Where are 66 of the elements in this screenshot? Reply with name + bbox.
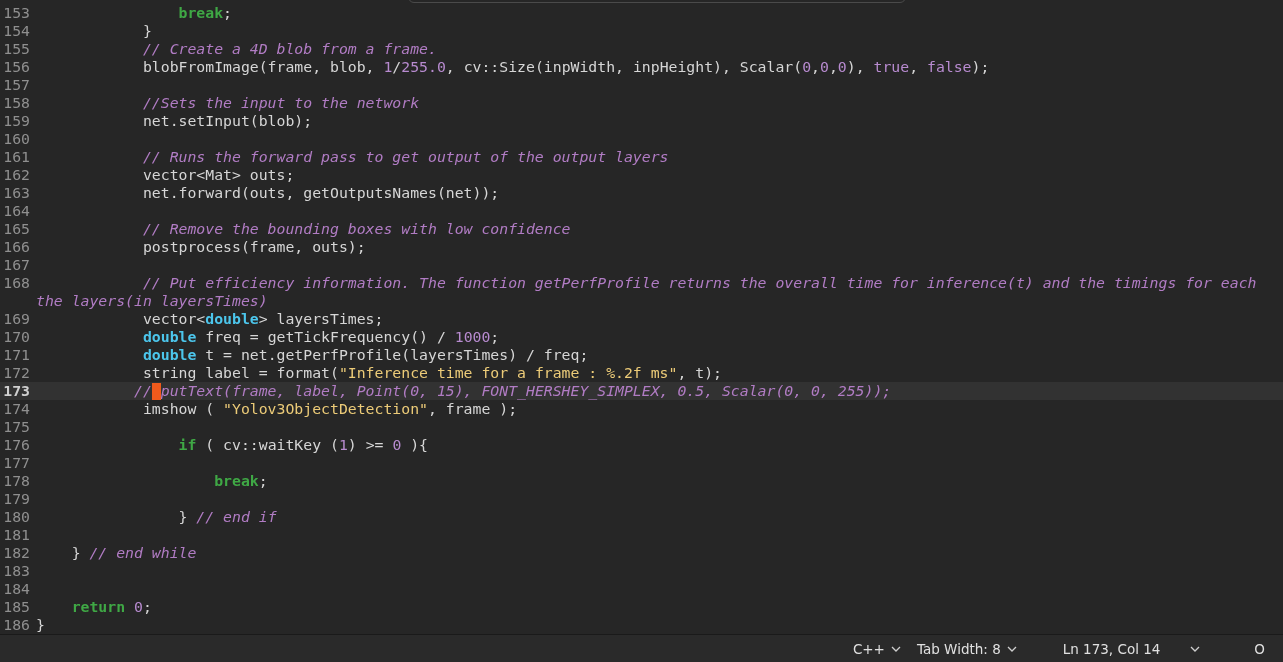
code-line: imshow ( "Yolov3ObjectDetection", frame ); <box>141 400 518 418</box>
line-number: 172 <box>3 364 30 381</box>
line-number: 165 <box>3 220 30 237</box>
line-number: 166 <box>3 238 30 255</box>
line-number: 170 <box>3 328 30 345</box>
line-number: 164 <box>3 202 30 219</box>
line-number: 185 <box>3 598 30 615</box>
line-number: 162 <box>3 166 30 183</box>
status-text: O <box>1254 640 1265 657</box>
code-line: return 0; <box>70 598 152 616</box>
code-line: vector<Mat> outs; <box>141 166 295 184</box>
line-number: 169 <box>3 310 30 327</box>
line-number: 176 <box>3 436 30 453</box>
line-number: 183 <box>3 562 30 579</box>
code-line: } <box>36 616 45 634</box>
line-number: 173 <box>3 382 30 399</box>
line-number: 160 <box>3 130 30 147</box>
line-number: 168 <box>3 274 30 291</box>
status-dropdown[interactable]: Tab Width: 8 <box>916 640 1017 657</box>
line-number: 163 <box>3 184 30 201</box>
line-number: 181 <box>3 526 30 543</box>
line-number: 161 <box>3 148 30 165</box>
line-number: 180 <box>3 508 30 525</box>
line-number: 157 <box>3 76 30 93</box>
code-line: string label = format("Inference time for a frame : %.2f ms", t); <box>141 364 722 382</box>
status-text: Ln 173, Col 14 <box>1062 640 1161 657</box>
code-line: vector<double> layersTimes; <box>141 310 384 328</box>
line-number: 154 <box>3 22 30 39</box>
code-line: // Put efficiency information. The function getPerfProfile returns the overall time for inference(t) and the timings for each the layers(in layersTimes) <box>36 274 1257 310</box>
line-number: 184 <box>3 580 30 597</box>
code-line: } // end while <box>70 544 197 562</box>
code-line: break; <box>177 4 232 22</box>
status-menu-button[interactable] <box>1190 645 1201 652</box>
code-line: //Sets the input to the network <box>141 94 420 112</box>
code-line: net.forward(outs, getOutputsNames(net)); <box>141 184 500 202</box>
code-line: double freq = getTickFrequency() / 1000; <box>141 328 500 346</box>
code-line: } // end if <box>177 508 277 526</box>
code-line: blobFromImage(frame, blob, 1/255.0, cv::Size(inpWidth, inpHeight), Scalar(0,0,0), true, false); <box>141 58 990 76</box>
line-number: 171 <box>3 346 30 363</box>
code-line: // Remove the bounding boxes with low confidence <box>141 220 571 238</box>
line-number: 179 <box>3 490 30 507</box>
line-number: 178 <box>3 472 30 489</box>
line-number: 175 <box>3 418 30 435</box>
line-number: 153 <box>3 4 30 21</box>
code-line: double t = net.getPerfProfile(layersTimes) / freq; <box>141 346 589 364</box>
code-line: net.setInput(blob); <box>141 112 313 130</box>
chevron-down-icon <box>890 645 901 652</box>
line-number: 177 <box>3 454 30 471</box>
code-line: if ( cv::waitKey (1) >= 0 ){ <box>177 436 429 454</box>
line-number: 156 <box>3 58 30 75</box>
code-line: // Create a 4D blob from a frame. <box>141 40 437 58</box>
line-number: 159 <box>3 112 30 129</box>
code-line: // Runs the forward pass to get output of the output layers <box>141 148 669 166</box>
code-line: postprocess(frame, outs); <box>141 238 366 256</box>
line-number: 158 <box>3 94 30 111</box>
code-line: } <box>141 22 152 40</box>
chevron-down-icon <box>1190 645 1201 652</box>
status-dropdown[interactable]: C++ <box>852 640 901 657</box>
line-number: 155 <box>3 40 30 57</box>
line-number: 186 <box>3 616 30 633</box>
code-line: // putText(frame, label, Point(0, 15), FONT_HERSHEY_SIMPLEX, 0.5, Scalar(0, 0, 255)); <box>133 382 892 400</box>
line-number: 182 <box>3 544 30 561</box>
code-line: break; <box>213 472 268 490</box>
line-number: 174 <box>3 400 30 417</box>
chevron-down-icon <box>1006 645 1017 652</box>
line-number: 167 <box>3 256 30 273</box>
